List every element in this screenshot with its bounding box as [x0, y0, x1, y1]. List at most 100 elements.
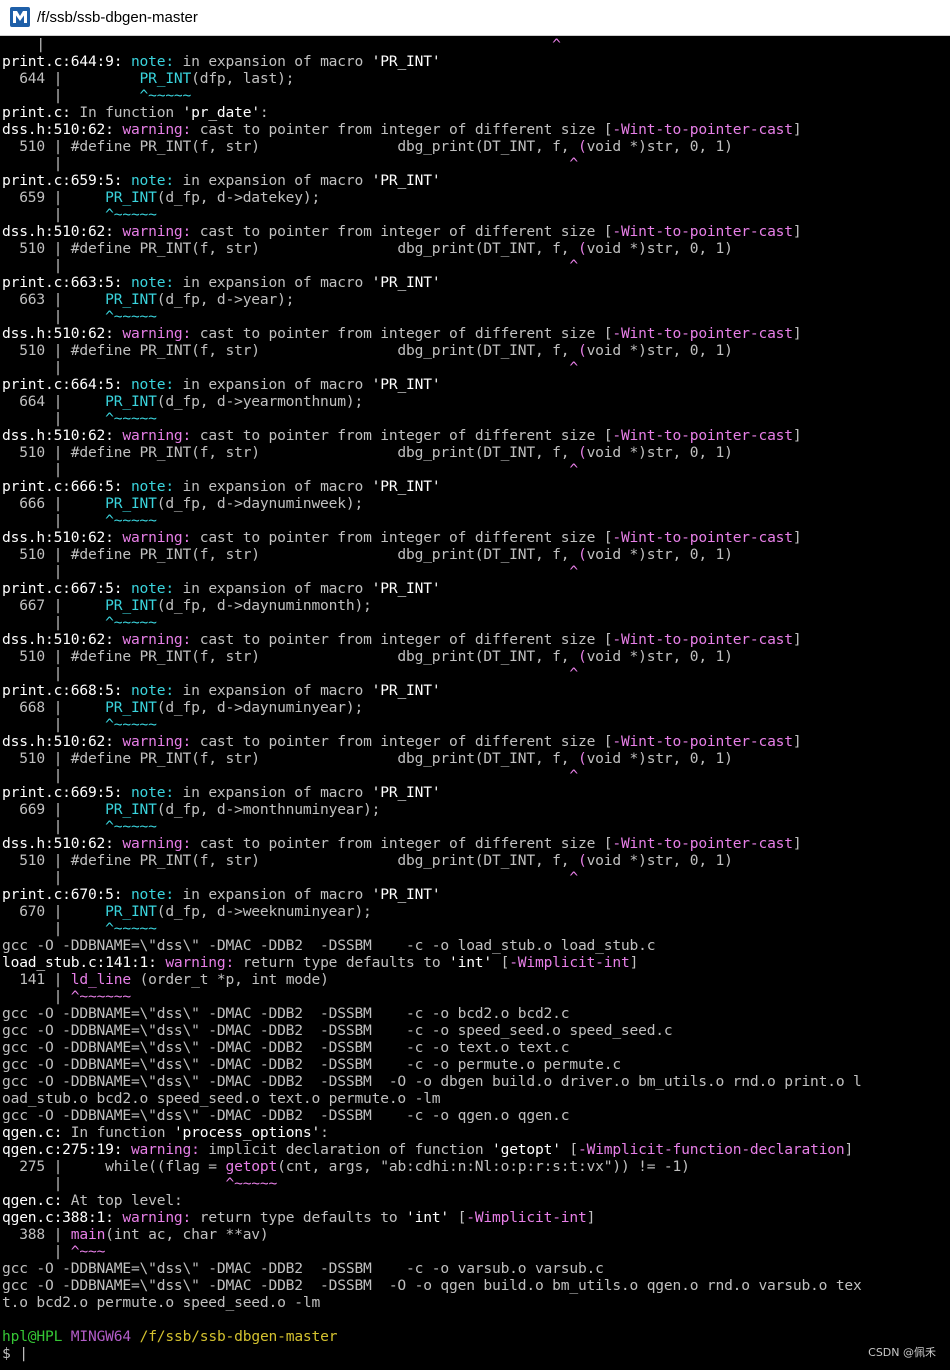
terminal-text-segment: 666 | [2, 495, 106, 512]
terminal-line: | ^~~~~~ [2, 920, 157, 937]
terminal-text-segment: print.c: [2, 104, 71, 121]
terminal-text-segment: void *)str, 0, 1) [586, 852, 733, 869]
terminal-text-segment: (d_fp, d->datekey); [156, 189, 321, 206]
terminal-line: dss.h:510:62: warning: cast to pointer f… [2, 733, 802, 750]
terminal-text-segment: ] [792, 427, 802, 444]
terminal-text-segment: dss.h:510:62: [2, 325, 123, 342]
terminal-text-segment: in expansion of macro [173, 478, 372, 495]
terminal-line: 388 | main(int ac, char **av) [2, 1226, 269, 1243]
terminal-text-segment: warning: [122, 529, 192, 546]
terminal-text-segment: : [320, 1124, 329, 1141]
terminal-text-segment: 510 | #define PR_INT(f, str) dbg_print(D… [2, 342, 578, 359]
terminal-text-segment: ^~~~~~ [105, 206, 157, 223]
terminal-text-segment: void *)str, 0, 1) [586, 648, 733, 665]
terminal-text-segment: ^~~~~~ [105, 818, 157, 835]
terminal-text-segment: 668 | [2, 699, 106, 716]
terminal-text-segment: gcc -O -DDBNAME=\"dss\" -DMAC -DDB2 -DSS… [2, 1277, 862, 1294]
terminal-line: load_stub.c:141:1: warning: return type … [2, 954, 638, 971]
terminal-text-segment: | [2, 410, 106, 427]
terminal-text-segment: ^~~~~~ [105, 920, 157, 937]
terminal-line: hpl@HPL MINGW64 /f/ssb/ssb-dbgen-master [2, 1328, 338, 1345]
terminal-text-segment: cast to pointer from integer of differen… [191, 529, 613, 546]
terminal-text-segment: | [2, 308, 106, 325]
terminal-text-segment: | [2, 614, 106, 631]
terminal-text-segment: gcc -O -DDBNAME=\"dss\" -DMAC -DDB2 -DSS… [2, 1260, 604, 1277]
terminal-text-segment: | [2, 767, 570, 784]
terminal-text-segment: ] [586, 1209, 596, 1226]
terminal-text-segment: [ [492, 954, 510, 971]
terminal-text-segment: (order_t *p, int mode) [130, 971, 329, 988]
terminal-text-segment: in expansion of macro [173, 886, 372, 903]
terminal-text-segment: t.o bcd2.o permute.o speed_seed.o -lm [2, 1294, 321, 1311]
terminal-text-segment: 510 | #define PR_INT(f, str) dbg_print(D… [2, 648, 578, 665]
window-title: /f/ssb/ssb-dbgen-master [37, 9, 198, 26]
terminal-text-segment: main [70, 1226, 106, 1243]
terminal-text-segment: return type defaults to [191, 1209, 407, 1226]
terminal-text-segment: | [2, 665, 570, 682]
terminal-text-segment: cast to pointer from integer of differen… [191, 121, 613, 138]
terminal-line: | ^ [2, 359, 579, 376]
terminal-line: print.c:669:5: note: in expansion of mac… [2, 784, 441, 801]
terminal-text-segment: -Wint-to-pointer-cast [612, 121, 793, 138]
terminal-line: 668 | PR_INT(d_fp, d->daynuminyear); [2, 699, 363, 716]
terminal-text-segment: note: [130, 784, 174, 801]
terminal-text-segment: ld_line [70, 971, 131, 988]
terminal-text-segment: ^~~~~~~ [70, 988, 131, 1005]
terminal-text-segment: 'int' [406, 1209, 450, 1226]
terminal-text-segment: 'PR_INT' [371, 274, 441, 291]
terminal-line: 669 | PR_INT(d_fp, d->monthnuminyear); [2, 801, 380, 818]
terminal-line: 275 | while((flag = getopt(cnt, args, "a… [2, 1158, 690, 1175]
terminal-line: 510 | #define PR_INT(f, str) dbg_print(D… [2, 342, 733, 359]
terminal-text-segment: print.c:670:5: [2, 886, 131, 903]
terminal-line: gcc -O -DDBNAME=\"dss\" -DMAC -DDB2 -DSS… [2, 1260, 604, 1277]
terminal-text-segment: ] [792, 223, 802, 240]
terminal-text-segment: ] [792, 631, 802, 648]
terminal-text-segment: ^ [569, 155, 578, 172]
terminal-text-segment: warning: [122, 631, 192, 648]
terminal-text-segment: gcc -O -DDBNAME=\"dss\" -DMAC -DDB2 -DSS… [2, 1005, 570, 1022]
terminal-text-segment: gcc -O -DDBNAME=\"dss\" -DMAC -DDB2 -DSS… [2, 1107, 570, 1124]
terminal-text-segment: 'PR_INT' [371, 784, 441, 801]
terminal-line: qgen.c: In function 'process_options': [2, 1124, 329, 1141]
terminal-text-segment: in expansion of macro [173, 682, 372, 699]
terminal-text-segment: print.c:659:5: [2, 172, 131, 189]
terminal-text-segment: gcc -O -DDBNAME=\"dss\" -DMAC -DDB2 -DSS… [2, 1056, 621, 1073]
terminal-line: 510 | #define PR_INT(f, str) dbg_print(D… [2, 750, 733, 767]
terminal-text-segment: PR_INT [105, 189, 157, 206]
terminal-text-segment: 664 | [2, 393, 106, 410]
terminal-text-segment: warning: [165, 954, 235, 971]
terminal-text-segment: -Wimplicit-int [466, 1209, 587, 1226]
terminal-text-segment: | [2, 461, 570, 478]
terminal-line: 663 | PR_INT(d_fp, d->year); [2, 291, 294, 308]
terminal-text-segment: 'pr_date' [182, 104, 261, 121]
terminal-text-segment: ^~~~~~ [105, 410, 157, 427]
terminal-text-segment: ^ [569, 665, 578, 682]
terminal-text-segment: 'PR_INT' [371, 478, 441, 495]
terminal-output[interactable]: | ^ print.c:644:9: note: in expansion of … [2, 36, 948, 1370]
terminal-line: gcc -O -DDBNAME=\"dss\" -DMAC -DDB2 -DSS… [2, 1005, 570, 1022]
terminal-line: print.c:663:5: note: in expansion of mac… [2, 274, 441, 291]
terminal-line: 664 | PR_INT(d_fp, d->yearmonthnum); [2, 393, 363, 410]
terminal-text-segment: PR_INT [105, 495, 157, 512]
terminal-text-segment: -Wint-to-pointer-cast [612, 835, 793, 852]
terminal-text-segment: void *)str, 0, 1) [586, 750, 733, 767]
terminal-text-segment: ( [577, 546, 587, 563]
terminal-text-segment: ] [792, 325, 802, 342]
terminal-text-segment: 510 | #define PR_INT(f, str) dbg_print(D… [2, 240, 578, 257]
terminal-text-segment: -Wint-to-pointer-cast [612, 325, 793, 342]
terminal-line: | ^~~~~~ [2, 716, 157, 733]
terminal-line: dss.h:510:62: warning: cast to pointer f… [2, 835, 802, 852]
terminal-text-segment: | [2, 257, 570, 274]
terminal-line: | ^ [2, 767, 579, 784]
terminal-text-segment: 670 | [2, 903, 106, 920]
terminal-text-segment: PR_INT [105, 291, 157, 308]
terminal-text-segment: | [2, 1243, 71, 1260]
terminal-text-segment: hpl@HPL [2, 1328, 63, 1345]
terminal-line: | ^~~~ [2, 1243, 106, 1260]
terminal-text-segment: : [259, 104, 269, 121]
terminal-text-segment: cast to pointer from integer of differen… [191, 223, 613, 240]
terminal-line: 659 | PR_INT(d_fp, d->datekey); [2, 189, 320, 206]
terminal-text-segment: (dfp, last); [191, 70, 295, 87]
terminal-line: dss.h:510:62: warning: cast to pointer f… [2, 223, 802, 240]
